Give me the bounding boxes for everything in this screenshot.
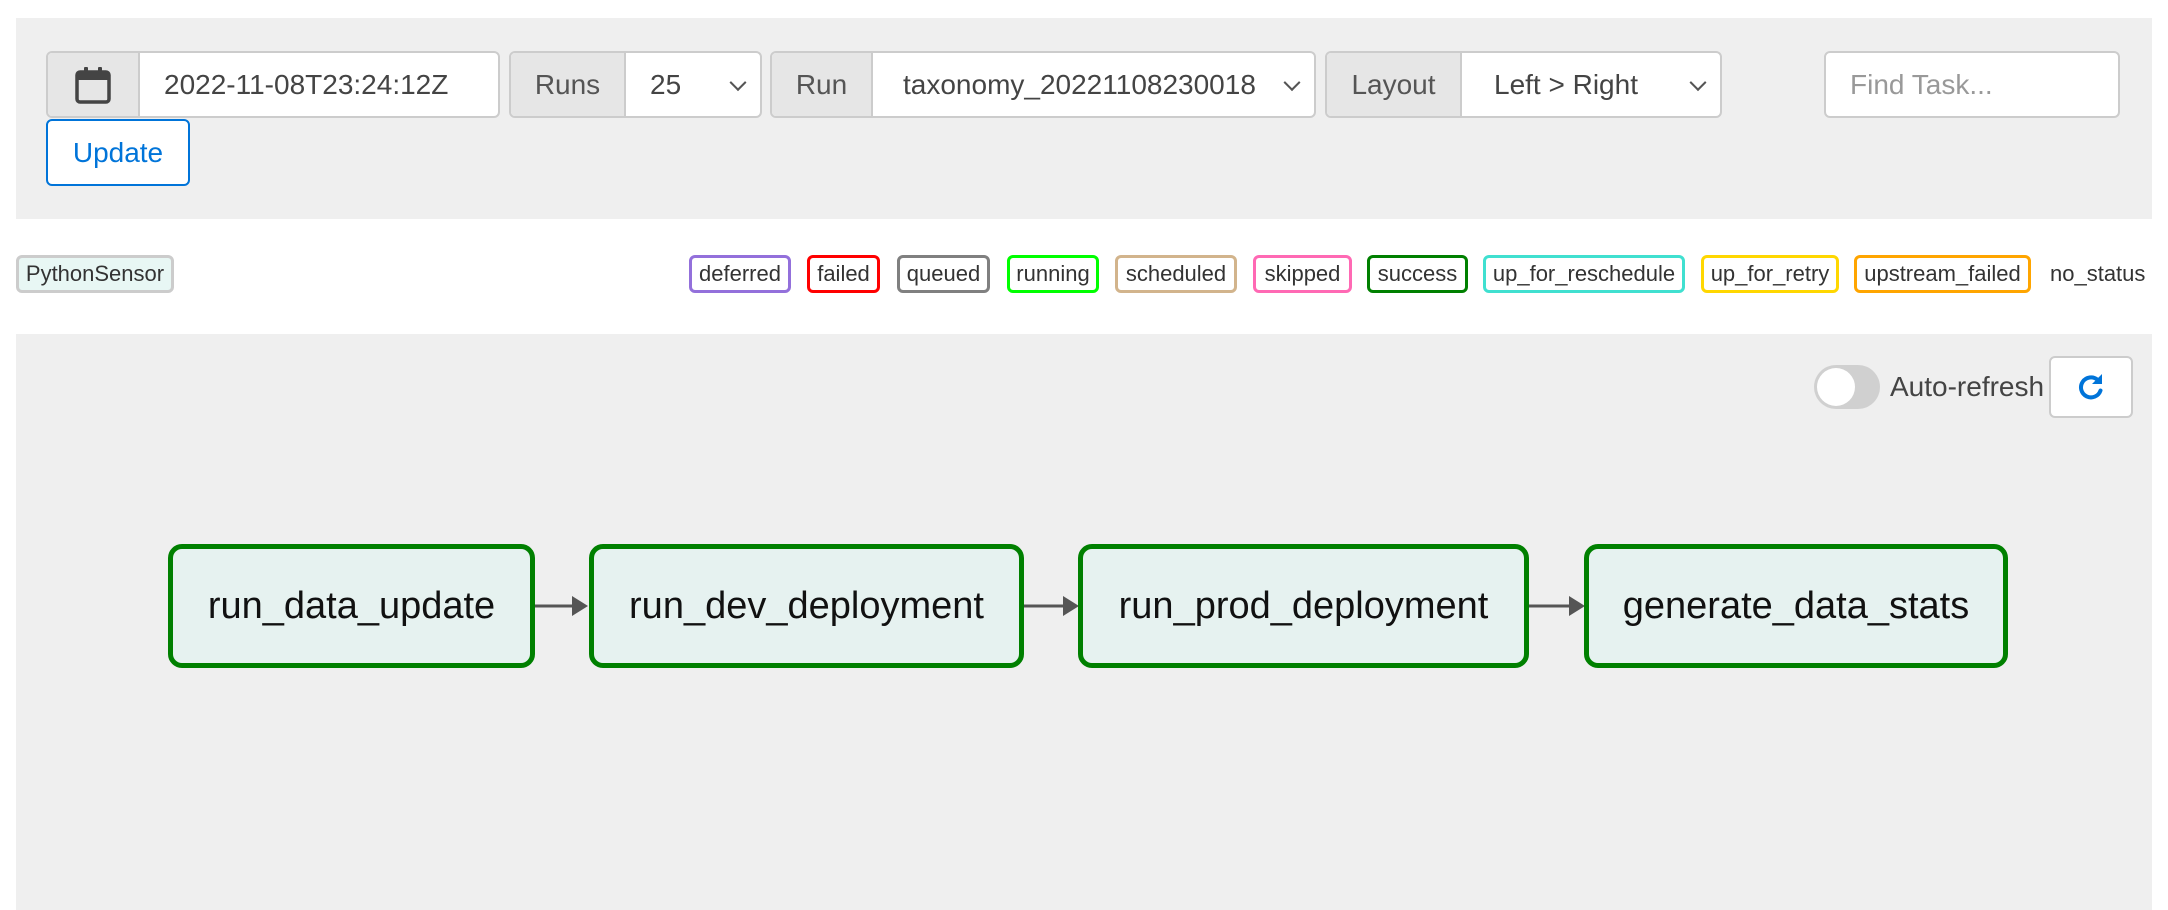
edge-run-data-update-to-run-dev-deployment bbox=[535, 596, 588, 616]
chevron-down-icon bbox=[1283, 73, 1301, 91]
task-node-run-dev-deployment[interactable]: run_dev_deployment bbox=[589, 544, 1024, 668]
runs-group: Runs 25 bbox=[509, 51, 762, 118]
chevron-down-icon bbox=[1689, 73, 1707, 91]
run-group: Run taxonomy_20221108230018 bbox=[770, 51, 1316, 118]
layout-group: Layout Left > Right bbox=[1325, 51, 1722, 118]
refresh-icon bbox=[2079, 374, 2103, 400]
calendar-addon[interactable] bbox=[48, 53, 140, 116]
dag-toolbar: 2022-11-08T23:24:12Z Runs 25 Run taxonom… bbox=[16, 18, 2152, 219]
base-date-group: 2022-11-08T23:24:12Z bbox=[46, 51, 500, 118]
layout-label: Layout bbox=[1327, 53, 1462, 116]
state-legend-up-for-retry[interactable]: up_for_retry bbox=[1701, 255, 1839, 293]
state-legend-queued[interactable]: queued bbox=[897, 255, 990, 293]
state-legend-failed[interactable]: failed bbox=[807, 255, 880, 293]
edge-run-prod-deployment-to-generate-data-stats bbox=[1529, 596, 1585, 616]
state-legend-no-status[interactable]: no_status bbox=[2050, 255, 2145, 293]
auto-refresh-toggle[interactable] bbox=[1814, 365, 1880, 409]
state-legend-success[interactable]: success bbox=[1367, 255, 1468, 293]
edge-run-dev-deployment-to-run-prod-deployment bbox=[1024, 596, 1079, 616]
state-legend-running[interactable]: running bbox=[1007, 255, 1099, 293]
base-date-input[interactable]: 2022-11-08T23:24:12Z bbox=[140, 53, 498, 116]
state-legend-scheduled[interactable]: scheduled bbox=[1115, 255, 1237, 293]
toggle-knob bbox=[1817, 368, 1855, 406]
run-label: Run bbox=[772, 53, 873, 116]
calendar-icon bbox=[75, 66, 111, 104]
auto-refresh-label: Auto-refresh bbox=[1890, 371, 2045, 402]
task-node-run-prod-deployment[interactable]: run_prod_deployment bbox=[1078, 544, 1529, 668]
refresh-button[interactable] bbox=[2049, 356, 2133, 418]
state-legend-deferred[interactable]: deferred bbox=[689, 255, 791, 293]
task-node-run-data-update[interactable]: run_data_update bbox=[168, 544, 535, 668]
dag-graph-area[interactable]: Auto-refresh run_data_update run_dev_dep… bbox=[16, 334, 2152, 910]
state-legend-upstream-failed[interactable]: upstream_failed bbox=[1854, 255, 2031, 293]
runs-value: 25 bbox=[650, 68, 682, 100]
runs-select[interactable]: 25 bbox=[626, 53, 760, 116]
chevron-down-icon bbox=[729, 73, 747, 91]
run-select[interactable]: taxonomy_20221108230018 bbox=[873, 53, 1314, 116]
state-legend-skipped[interactable]: skipped bbox=[1253, 255, 1352, 293]
run-value: taxonomy_20221108230018 bbox=[903, 68, 1256, 100]
task-node-generate-data-stats[interactable]: generate_data_stats bbox=[1584, 544, 2008, 668]
runs-label: Runs bbox=[511, 53, 626, 116]
find-task-input[interactable] bbox=[1824, 51, 2120, 118]
layout-select[interactable]: Left > Right bbox=[1462, 53, 1720, 116]
operator-legend-pythonsensor[interactable]: PythonSensor bbox=[16, 255, 174, 293]
layout-value: Left > Right bbox=[1494, 68, 1638, 100]
base-date-value: 2022-11-08T23:24:12Z bbox=[164, 68, 449, 100]
state-legend-up-for-reschedule[interactable]: up_for_reschedule bbox=[1483, 255, 1685, 293]
update-button[interactable]: Update bbox=[46, 119, 190, 186]
